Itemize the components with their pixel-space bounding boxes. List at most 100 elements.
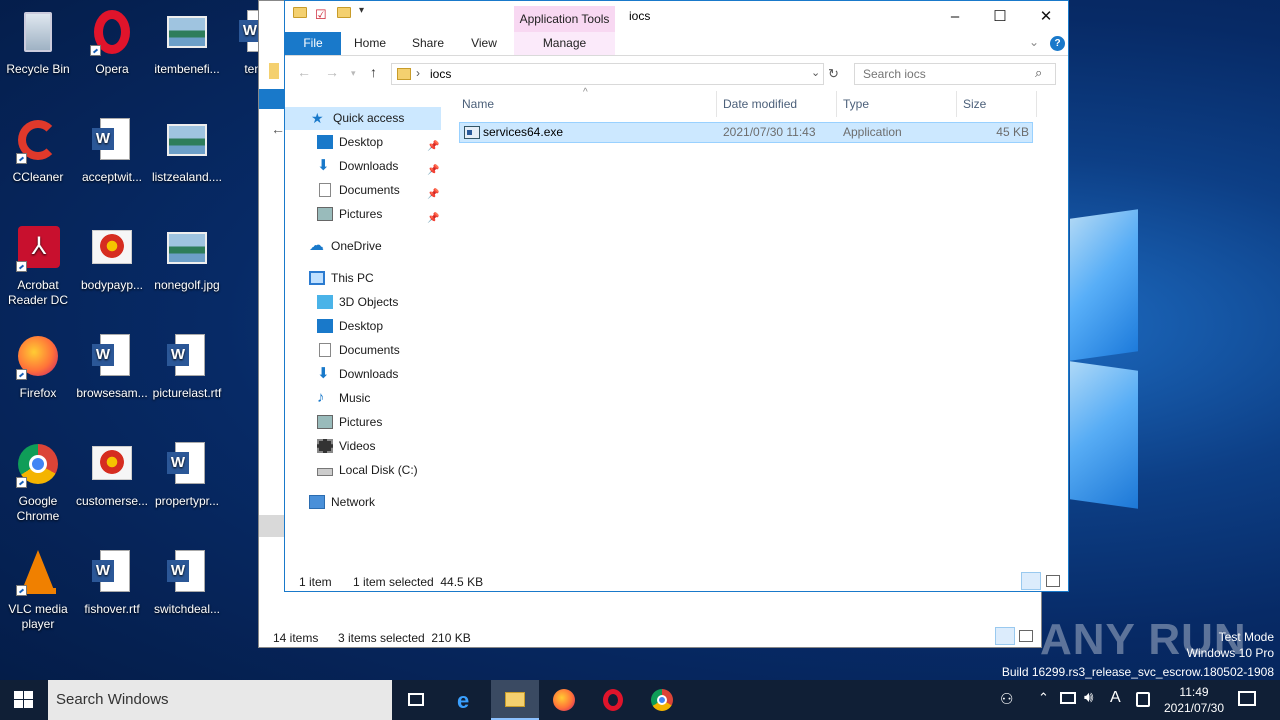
pin-icon[interactable]: 📌 [427,208,439,230]
taskbar-search-box[interactable]: Search Windows [48,680,392,720]
title-bar[interactable]: ☑ ▾ Application Tools iocs – ☐ ✕ [285,1,1068,32]
network-icon [309,495,325,509]
taskbar-file-explorer[interactable] [491,680,539,720]
minimize-button[interactable]: – [932,1,978,32]
ime-pad-icon[interactable] [1136,692,1150,707]
desktop-icon[interactable]: Recycle Bin [0,8,76,77]
shortcut-arrow-icon [16,477,27,488]
help-icon[interactable]: ? [1050,36,1065,51]
up-arrow-icon[interactable]: ↑ [370,64,377,80]
shortcut-arrow-icon [16,585,27,596]
desktop-icon[interactable]: CCleaner [0,116,76,185]
shortcut-arrow-icon [16,261,27,272]
desktop-icon[interactable]: bodypayp... [74,224,150,293]
pin-icon[interactable]: 📌 [427,136,439,158]
new-folder-icon[interactable] [337,7,351,18]
details-view-button[interactable] [1021,572,1041,590]
desktop-icon[interactable]: ⅄ Acrobat Reader DC [0,224,76,308]
volume-icon[interactable]: 🔊︎ [1084,689,1093,706]
desktop-icon[interactable]: Wacceptwit... [74,116,150,185]
input-method-indicator[interactable]: A [1110,689,1121,707]
network-tray-icon[interactable] [1060,692,1076,704]
ribbon-expand-icon[interactable]: ⌄ [1029,35,1039,49]
people-icon[interactable]: ⚇ [1000,690,1013,708]
desktop-icon[interactable]: listzealand.... [149,116,225,185]
column-divider[interactable] [716,91,717,117]
column-divider[interactable] [956,91,957,117]
column-divider[interactable] [1036,91,1037,117]
start-windows-icon[interactable] [14,691,34,709]
desktop-icon[interactable]: Wpicturelast.rtf [149,332,225,401]
details-view-button[interactable] [995,627,1015,645]
file-name[interactable]: services64.exe [483,123,563,142]
downloads-icon: ⬇ [317,157,330,174]
taskbar-edge[interactable]: e [443,680,491,720]
column-date-modified[interactable]: Date modified [723,91,797,117]
desktop-icon[interactable]: Wpropertypr... [149,440,225,509]
large-icons-view-button[interactable] [1046,575,1060,587]
table-row[interactable]: services64.exe 2021/07/30 11:43 Applicat… [459,122,1033,143]
taskbar-chrome[interactable] [638,680,686,720]
large-icons-view-button[interactable] [1019,630,1033,642]
desktop-icon[interactable]: nonegolf.jpg [149,224,225,293]
tab-file[interactable]: File [285,32,341,55]
desktop-icon-label: Opera [95,62,129,76]
show-hidden-icons-chevron-icon[interactable]: ⌃ [1038,690,1049,706]
forward-arrow-icon[interactable]: → [325,64,339,80]
tab-manage[interactable]: Manage [514,32,615,55]
desktop-icon[interactable]: itembenefi... [149,8,225,77]
explorer-window[interactable]: ☑ ▾ Application Tools iocs – ☐ ✕ File Ho… [284,0,1069,592]
desktop-icon[interactable]: Wbrowsesam... [74,332,150,401]
recent-locations-icon[interactable]: ▾ [351,68,356,79]
desktop-icon-label: VLC media player [8,602,68,631]
properties-icon[interactable]: ☑ [315,7,327,23]
file-tab-stub[interactable] [259,89,285,109]
tab-home[interactable]: Home [347,32,393,55]
back-arrow-icon[interactable]: ← [297,64,311,80]
task-view-button[interactable] [392,680,440,720]
desktop-icon[interactable]: VLC media player [0,548,76,632]
application-icon [464,126,480,139]
tab-share[interactable]: Share [405,32,451,55]
desktop-icon[interactable]: Google Chrome [0,440,76,524]
column-divider[interactable] [836,91,837,117]
folder-icon [293,7,307,18]
action-center-icon[interactable] [1238,691,1256,706]
desktop-icon-label: Google Chrome [16,494,60,523]
customize-toolbar-icon[interactable]: ▾ [359,5,364,16]
desktop-icon[interactable]: Wswitchdeal... [149,548,225,617]
nav-label: Downloads [339,367,399,381]
sort-ascending-icon: ^ [583,87,588,98]
address-dropdown-icon[interactable]: ⌄ [811,66,820,79]
taskbar-firefox[interactable] [540,680,588,720]
desktop-icon-label: picturelast.rtf [152,386,222,400]
column-type[interactable]: Type [843,91,869,117]
maximize-button[interactable]: ☐ [977,1,1023,32]
column-size[interactable]: Size [963,91,986,117]
nav-label: Network [331,495,376,509]
search-input[interactable] [854,63,1056,85]
ccleaner-icon [14,116,62,164]
desktop-icon[interactable]: Wfishover.rtf [74,548,150,617]
address-box[interactable]: › iocs ⌄ [391,63,824,85]
search-icon: ⌕ [1035,65,1043,80]
close-button[interactable]: ✕ [1023,1,1069,32]
desktop-icon-label: Acrobat Reader DC [7,278,69,307]
tab-view[interactable]: View [461,32,507,55]
breadcrumb-iocs[interactable]: iocs [430,67,451,81]
taskbar-opera[interactable] [589,680,637,720]
acrobat-reader-icon: ⅄ [14,224,62,272]
desktop-icon-label: Firefox [19,386,57,400]
pin-icon[interactable]: 📌 [427,184,439,206]
desktop-icon[interactable]: customerse... [74,440,150,509]
refresh-icon[interactable]: ↻ [828,66,839,82]
column-name[interactable]: Name [462,91,494,117]
taskbar-clock[interactable]: 11:49 2021/07/30 [1158,684,1230,716]
image-file-icon [88,224,136,272]
word-document-icon: W [88,116,136,164]
desktop-icon[interactable]: Firefox [0,332,76,401]
desktop-icon[interactable]: Opera [74,8,150,77]
pin-icon[interactable]: 📌 [427,160,439,182]
desktop-icon-label: switchdeal... [153,602,221,616]
back-arrow-icon[interactable]: ← [271,121,285,137]
